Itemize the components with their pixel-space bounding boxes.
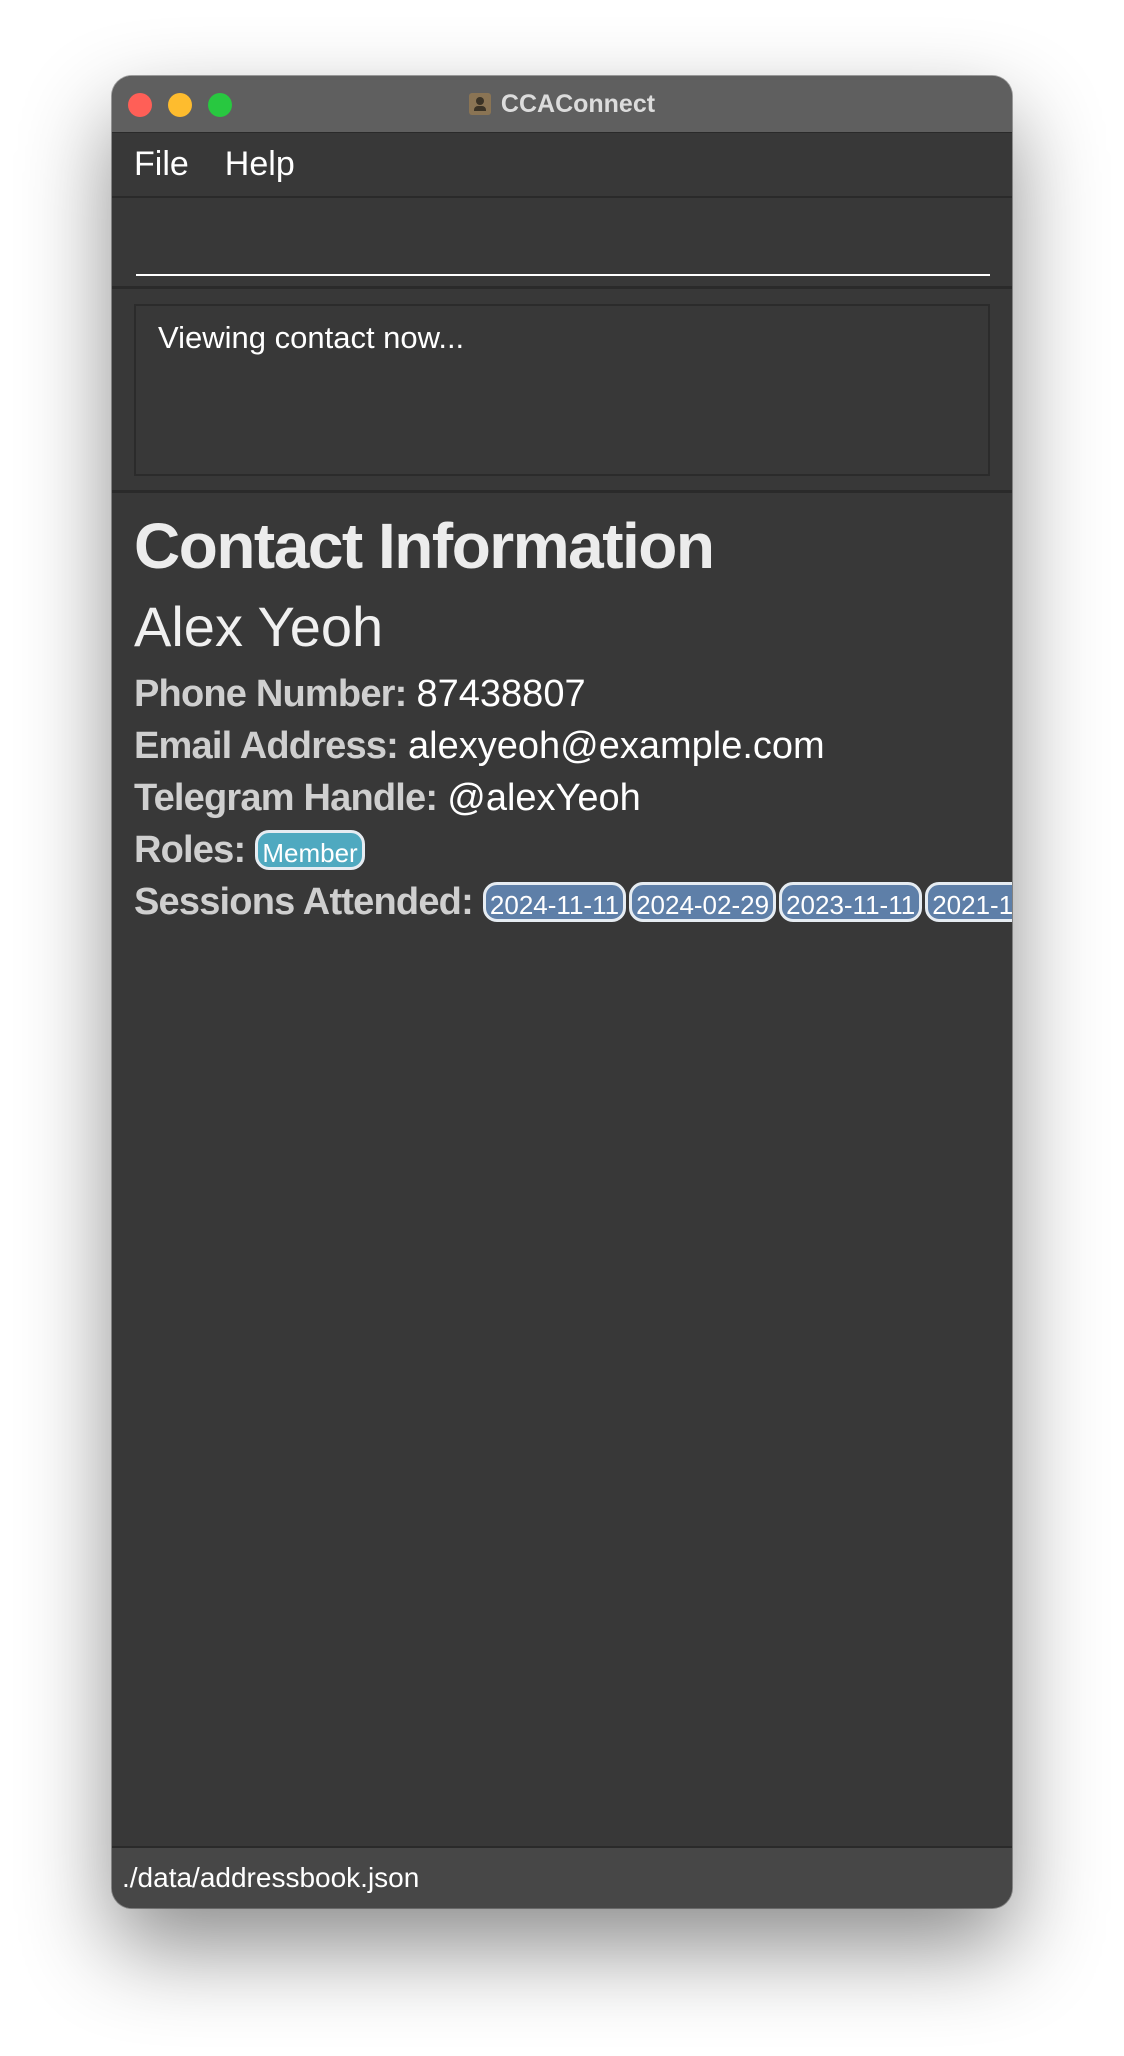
data-file-path: ./data/addressbook.json <box>122 1862 420 1893</box>
status-bar: ./data/addressbook.json <box>112 1846 1012 1908</box>
roles-chips: Member <box>255 830 367 870</box>
phone-label: Phone Number: <box>134 673 407 715</box>
session-chip: 2021-12- <box>925 882 1012 922</box>
telegram-row: Telegram Handle: @alexYeoh <box>134 772 1012 824</box>
command-input[interactable] <box>136 206 990 276</box>
phone-value: 87438807 <box>416 673 586 715</box>
sessions-chips: 2024-11-11 2024-02-29 2023-11-11 2021-12… <box>482 882 1012 922</box>
roles-row: Roles: Member <box>134 824 1012 876</box>
contact-name: Alex Yeoh <box>134 595 384 658</box>
menu-bar: File Help <box>112 133 1012 198</box>
roles-label: Roles: <box>134 829 246 871</box>
result-message: Viewing contact now... <box>158 320 465 355</box>
command-area <box>112 198 1012 289</box>
telegram-value: @alexYeoh <box>447 777 641 819</box>
title-wrap: CCAConnect <box>112 76 1012 132</box>
email-value: alexyeoh@example.com <box>408 725 825 767</box>
role-chip: Member <box>255 830 365 870</box>
contact-book-icon <box>468 93 491 115</box>
email-row: Email Address: alexyeoh@example.com <box>134 720 1012 772</box>
result-display: Viewing contact now... <box>134 304 990 476</box>
menu-help[interactable]: Help <box>225 145 295 184</box>
phone-row: Phone Number: 87438807 <box>134 668 1012 720</box>
contact-panel: Contact Information Alex Yeoh Phone Numb… <box>134 506 1012 928</box>
session-chip: 2024-11-11 <box>482 882 627 922</box>
session-chip: 2024-02-29 <box>629 882 777 922</box>
sessions-label: Sessions Attended: <box>134 881 474 923</box>
app-window: CCAConnect File Help Viewing contact now… <box>112 76 1012 1908</box>
email-label: Email Address: <box>134 725 399 767</box>
title-bar[interactable]: CCAConnect <box>112 76 1012 133</box>
contact-heading: Contact Information <box>134 510 715 582</box>
section-divider <box>112 490 1012 493</box>
window-title: CCAConnect <box>500 89 656 118</box>
sessions-row: Sessions Attended: 2024-11-11 2024-02-29… <box>134 876 1012 928</box>
telegram-label: Telegram Handle: <box>134 777 438 819</box>
session-chip: 2023-11-11 <box>779 882 923 922</box>
menu-file[interactable]: File <box>134 145 189 184</box>
